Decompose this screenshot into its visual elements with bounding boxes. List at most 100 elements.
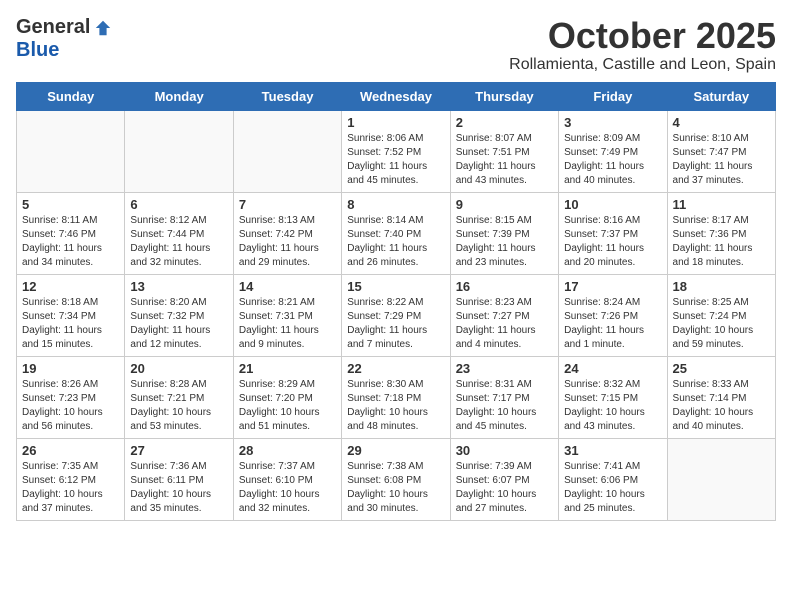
weekday-header-friday: Friday — [559, 82, 667, 110]
day-number: 18 — [673, 279, 770, 294]
day-info: Sunrise: 8:31 AM Sunset: 7:17 PM Dayligh… — [456, 378, 553, 434]
calendar-week-4: 19 Sunrise: 8:26 AM Sunset: 7:23 PM Dayli… — [17, 356, 776, 438]
calendar-cell: 14Sunrise: 8:21 AM Sunset: 7:31 PM Dayli… — [233, 274, 341, 356]
calendar-week-3: 12 Sunrise: 8:18 AM Sunset: 7:34 PM Dayli… — [17, 274, 776, 356]
calendar-cell: 31 Sunrise: 7:41 AM Sunset: 6:06 PM Dayli… — [559, 438, 667, 520]
logo-blue-text: Blue — [16, 39, 59, 62]
day-number: 25 — [673, 361, 770, 376]
calendar-cell: 26Sunrise: 7:35 AM Sunset: 6:12 PM Dayli… — [17, 438, 125, 520]
day-info: Sunrise: 7:41 AM Sunset: 6:06 PM Dayligh… — [564, 460, 661, 516]
day-info: Sunrise: 7:35 AM Sunset: 6:12 PM Dayligh… — [22, 460, 119, 516]
day-number: 17 — [564, 279, 661, 294]
day-info: Sunrise: 8:25 AM Sunset: 7:24 PM Dayligh… — [673, 296, 770, 352]
weekday-header-thursday: Thursday — [450, 82, 558, 110]
calendar-cell — [125, 110, 233, 192]
day-info: Sunrise: 8:26 AM Sunset: 7:23 PM Dayligh… — [22, 378, 119, 434]
calendar-cell — [233, 110, 341, 192]
weekday-header-sunday: Sunday — [17, 82, 125, 110]
day-info: Sunrise: 8:32 AM Sunset: 7:15 PM Dayligh… — [564, 378, 661, 434]
day-number: 20 — [130, 361, 227, 376]
day-info: Sunrise: 8:10 AM Sunset: 7:47 PM Dayligh… — [673, 132, 770, 188]
day-info: Sunrise: 8:17 AM Sunset: 7:36 PM Dayligh… — [673, 214, 770, 270]
logo-icon — [94, 19, 112, 37]
day-number: 5 — [22, 197, 119, 212]
day-info: Sunrise: 8:22 AM Sunset: 7:29 PM Dayligh… — [347, 296, 444, 352]
day-number: 11 — [673, 197, 770, 212]
calendar-cell — [17, 110, 125, 192]
calendar-cell: 4 Sunrise: 8:10 AM Sunset: 7:47 PM Daylig… — [667, 110, 775, 192]
month-title: October 2025 — [509, 16, 776, 56]
weekday-header-tuesday: Tuesday — [233, 82, 341, 110]
day-info: Sunrise: 8:11 AM Sunset: 7:46 PM Dayligh… — [22, 214, 119, 270]
day-info: Sunrise: 8:09 AM Sunset: 7:49 PM Dayligh… — [564, 132, 661, 188]
day-number: 27 — [130, 443, 227, 458]
title-block: October 2025 Rollamienta, Castille and L… — [509, 16, 776, 74]
day-number: 15 — [347, 279, 444, 294]
day-number: 1 — [347, 115, 444, 130]
day-number: 30 — [456, 443, 553, 458]
day-number: 21 — [239, 361, 336, 376]
day-number: 22 — [347, 361, 444, 376]
calendar-cell: 21Sunrise: 8:29 AM Sunset: 7:20 PM Dayli… — [233, 356, 341, 438]
weekday-header-saturday: Saturday — [667, 82, 775, 110]
calendar-cell: 19 Sunrise: 8:26 AM Sunset: 7:23 PM Dayli… — [17, 356, 125, 438]
calendar-cell: 5 Sunrise: 8:11 AM Sunset: 7:46 PM Daylig… — [17, 192, 125, 274]
day-info: Sunrise: 8:15 AM Sunset: 7:39 PM Dayligh… — [456, 214, 553, 270]
logo-general-text: General — [16, 16, 90, 39]
day-number: 31 — [564, 443, 661, 458]
day-info: Sunrise: 8:14 AM Sunset: 7:40 PM Dayligh… — [347, 214, 444, 270]
calendar-cell: 15 Sunrise: 8:22 AM Sunset: 7:29 PM Dayli… — [342, 274, 450, 356]
day-number: 28 — [239, 443, 336, 458]
calendar-cell: 27 Sunrise: 7:36 AM Sunset: 6:11 PM Dayli… — [125, 438, 233, 520]
calendar-cell: 22 Sunrise: 8:30 AM Sunset: 7:18 PM Dayli… — [342, 356, 450, 438]
day-info: Sunrise: 7:36 AM Sunset: 6:11 PM Dayligh… — [130, 460, 227, 516]
calendar-week-1: 1 Sunrise: 8:06 AM Sunset: 7:52 PM Daylig… — [17, 110, 776, 192]
day-number: 9 — [456, 197, 553, 212]
calendar-cell: 1 Sunrise: 8:06 AM Sunset: 7:52 PM Daylig… — [342, 110, 450, 192]
day-info: Sunrise: 7:37 AM Sunset: 6:10 PM Dayligh… — [239, 460, 336, 516]
calendar-cell: 29 Sunrise: 7:38 AM Sunset: 6:08 PM Dayli… — [342, 438, 450, 520]
weekday-header-monday: Monday — [125, 82, 233, 110]
day-number: 29 — [347, 443, 444, 458]
calendar-cell: 17 Sunrise: 8:24 AM Sunset: 7:26 PM Dayli… — [559, 274, 667, 356]
calendar-cell: 18 Sunrise: 8:25 AM Sunset: 7:24 PM Dayli… — [667, 274, 775, 356]
day-number: 7 — [239, 197, 336, 212]
day-info: Sunrise: 8:06 AM Sunset: 7:52 PM Dayligh… — [347, 132, 444, 188]
page-header: General Blue October 2025 Rollamienta, C… — [16, 16, 776, 74]
day-info: Sunrise: 8:30 AM Sunset: 7:18 PM Dayligh… — [347, 378, 444, 434]
calendar-cell: 3 Sunrise: 8:09 AM Sunset: 7:49 PM Daylig… — [559, 110, 667, 192]
day-info: Sunrise: 8:24 AM Sunset: 7:26 PM Dayligh… — [564, 296, 661, 352]
calendar-cell: 13Sunrise: 8:20 AM Sunset: 7:32 PM Dayli… — [125, 274, 233, 356]
calendar-cell: 10 Sunrise: 8:16 AM Sunset: 7:37 PM Dayli… — [559, 192, 667, 274]
day-info: Sunrise: 8:23 AM Sunset: 7:27 PM Dayligh… — [456, 296, 553, 352]
logo: General Blue — [16, 16, 112, 62]
calendar-cell: 9 Sunrise: 8:15 AM Sunset: 7:39 PM Daylig… — [450, 192, 558, 274]
calendar-cell: 28 Sunrise: 7:37 AM Sunset: 6:10 PM Dayli… — [233, 438, 341, 520]
weekday-header-wednesday: Wednesday — [342, 82, 450, 110]
calendar-cell — [667, 438, 775, 520]
calendar-table: SundayMondayTuesdayWednesdayThursdayFrid… — [16, 82, 776, 521]
day-info: Sunrise: 8:13 AM Sunset: 7:42 PM Dayligh… — [239, 214, 336, 270]
day-info: Sunrise: 8:16 AM Sunset: 7:37 PM Dayligh… — [564, 214, 661, 270]
day-info: Sunrise: 8:18 AM Sunset: 7:34 PM Dayligh… — [22, 296, 119, 352]
day-number: 8 — [347, 197, 444, 212]
calendar-cell: 11 Sunrise: 8:17 AM Sunset: 7:36 PM Dayli… — [667, 192, 775, 274]
day-number: 10 — [564, 197, 661, 212]
calendar-cell: 23Sunrise: 8:31 AM Sunset: 7:17 PM Dayli… — [450, 356, 558, 438]
weekday-header-row: SundayMondayTuesdayWednesdayThursdayFrid… — [17, 82, 776, 110]
calendar-cell: 30Sunrise: 7:39 AM Sunset: 6:07 PM Dayli… — [450, 438, 558, 520]
calendar-cell: 2Sunrise: 8:07 AM Sunset: 7:51 PM Daylig… — [450, 110, 558, 192]
calendar-cell: 6Sunrise: 8:12 AM Sunset: 7:44 PM Daylig… — [125, 192, 233, 274]
calendar-cell: 16 Sunrise: 8:23 AM Sunset: 7:27 PM Dayli… — [450, 274, 558, 356]
day-number: 14 — [239, 279, 336, 294]
day-number: 16 — [456, 279, 553, 294]
day-number: 4 — [673, 115, 770, 130]
day-number: 12 — [22, 279, 119, 294]
day-info: Sunrise: 7:38 AM Sunset: 6:08 PM Dayligh… — [347, 460, 444, 516]
day-number: 13 — [130, 279, 227, 294]
day-number: 24 — [564, 361, 661, 376]
day-number: 19 — [22, 361, 119, 376]
day-number: 2 — [456, 115, 553, 130]
day-number: 6 — [130, 197, 227, 212]
day-number: 3 — [564, 115, 661, 130]
